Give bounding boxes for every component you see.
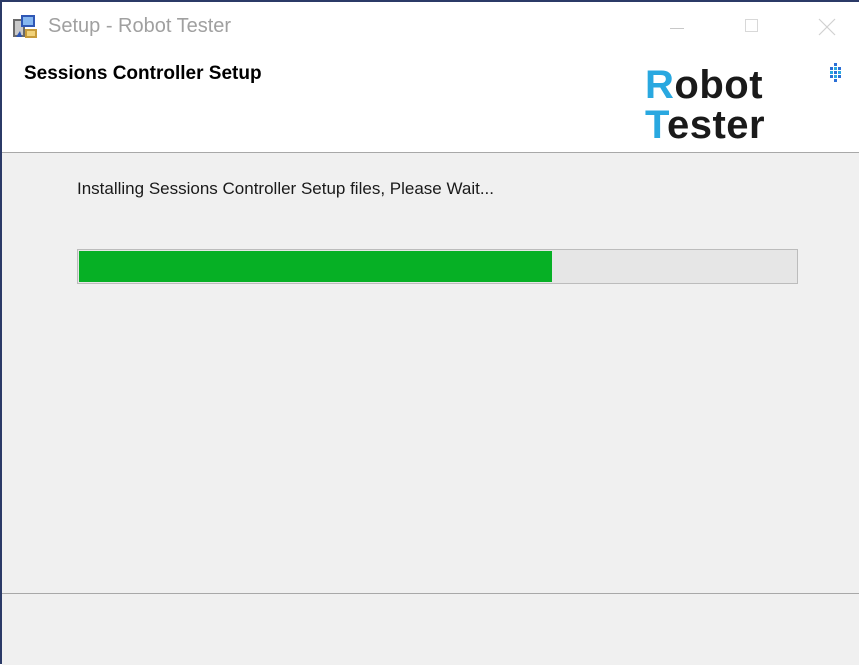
- window-title: Setup - Robot Tester: [48, 15, 232, 37]
- robot-tester-logo: Robot Tester: [645, 60, 845, 146]
- minimize-icon: [670, 28, 684, 29]
- install-status-text: Installing Sessions Controller Setup fil…: [77, 179, 495, 198]
- close-button[interactable]: [790, 2, 859, 50]
- logo-initial-2: T: [645, 103, 667, 147]
- setup-installer-icon: [11, 13, 39, 41]
- dot-grid-logo-icon: [827, 60, 845, 90]
- wizard-footer: [2, 593, 859, 665]
- logo-rest-1: obot: [674, 63, 764, 107]
- logo-rest-2: ester: [666, 103, 766, 147]
- minimize-button[interactable]: [638, 2, 716, 50]
- title-bar[interactable]: Setup - Robot Tester: [2, 2, 859, 50]
- logo-line-2: Tester: [645, 105, 765, 145]
- wizard-header: Sessions Controller Setup Robot Tester: [2, 50, 859, 153]
- setup-window: Setup - Robot Tester Sessions Controller…: [0, 0, 859, 665]
- maximize-icon: [745, 19, 758, 32]
- install-progress-bar: [77, 249, 798, 284]
- progress-bar-fill: [79, 251, 553, 282]
- logo-initial-1: R: [645, 63, 675, 107]
- page-title: Sessions Controller Setup: [24, 63, 262, 84]
- logo-line-1: Robot: [645, 65, 763, 105]
- maximize-button[interactable]: [714, 2, 792, 50]
- wizard-content: Installing Sessions Controller Setup fil…: [2, 153, 859, 593]
- close-icon: [818, 18, 836, 36]
